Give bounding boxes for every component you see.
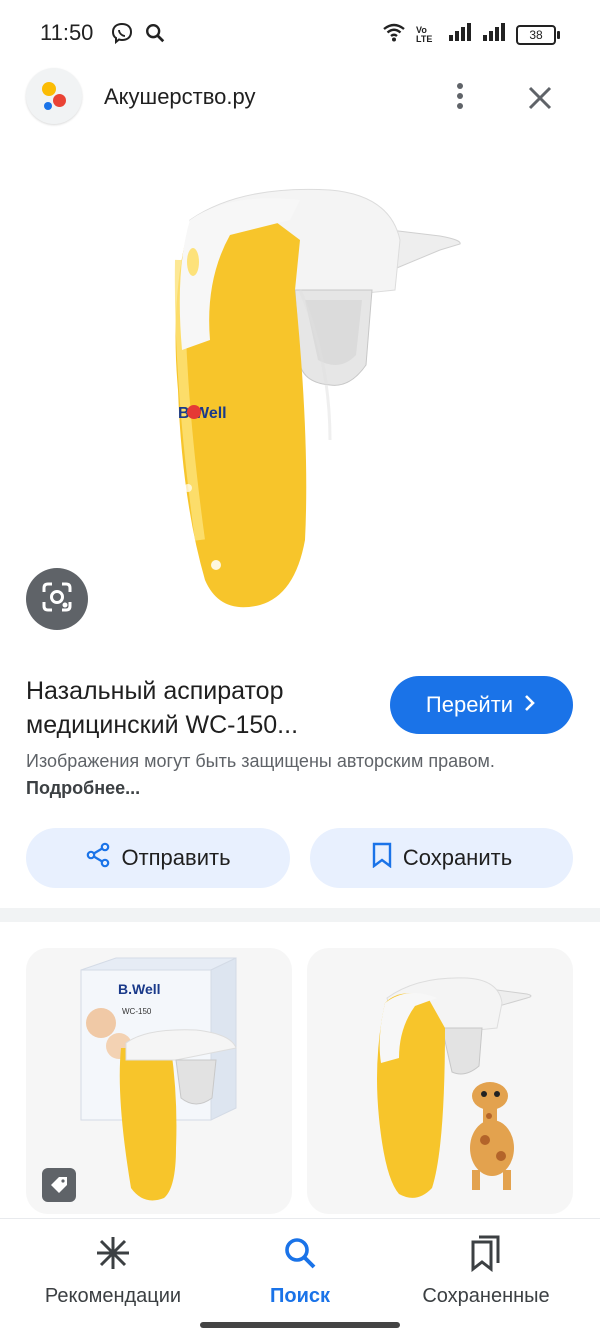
nav-recommendations[interactable]: Рекомендации (13, 1235, 213, 1308)
product-image[interactable]: B.Well (0, 140, 600, 640)
signal-icon (482, 23, 506, 46)
share-label: Отправить (121, 845, 231, 870)
svg-text:B.Well: B.Well (178, 405, 227, 422)
section-divider (0, 908, 600, 922)
copyright-notice: Изображения могут быть защищены авторски… (26, 748, 566, 802)
viber-icon (110, 22, 134, 51)
signal-icon (448, 23, 472, 46)
save-button[interactable]: Сохранить (310, 828, 573, 888)
volte-icon: Vo LTE (416, 24, 433, 44)
battery-icon: 38 (516, 24, 560, 45)
share-icon (85, 842, 111, 874)
related-image-2[interactable] (307, 948, 573, 1214)
product-title[interactable]: Назальный аспиратор медицинский WC-150..… (26, 674, 366, 742)
save-label: Сохранить (402, 845, 513, 870)
asterisk-icon (94, 1234, 132, 1277)
box-brand: B.Well (118, 981, 161, 997)
home-indicator[interactable] (200, 1322, 400, 1328)
status-bar: 11:50 Vo LTE 38 (0, 0, 600, 68)
nav-saved-label: Сохраненные (422, 1285, 550, 1307)
share-button[interactable]: Отправить (26, 828, 290, 888)
search-icon (144, 22, 166, 51)
bookmarks-icon (469, 1234, 503, 1277)
lens-icon (40, 580, 74, 619)
site-name[interactable]: Акушерство.ру (104, 84, 256, 110)
close-icon[interactable] (522, 80, 558, 116)
copyright-text: Изображения могут быть защищены авторски… (26, 751, 495, 771)
goto-label: Перейти (425, 692, 514, 717)
site-logo[interactable] (26, 68, 82, 124)
header-bar: Акушерство.ру (0, 68, 600, 128)
bookmark-icon (371, 842, 393, 874)
related-image-1[interactable]: B.Well WC-150 (26, 948, 292, 1214)
more-vert-icon[interactable] (444, 80, 476, 112)
status-time: 11:50 (40, 20, 94, 45)
search-icon (283, 1236, 317, 1275)
chevron-right-icon (523, 692, 537, 718)
tag-icon (42, 1168, 76, 1202)
wifi-icon (382, 22, 406, 47)
nav-saved[interactable]: Сохраненные (386, 1235, 586, 1308)
google-lens-button[interactable] (26, 568, 88, 630)
box-model: WC-150 (122, 1007, 152, 1016)
goto-button[interactable]: Перейти (390, 676, 573, 734)
nav-search[interactable]: Поиск (200, 1235, 400, 1308)
nav-search-label: Поиск (269, 1285, 331, 1307)
nav-recommendations-label: Рекомендации (44, 1285, 182, 1307)
learn-more-link[interactable]: Подробнее... (26, 778, 140, 798)
